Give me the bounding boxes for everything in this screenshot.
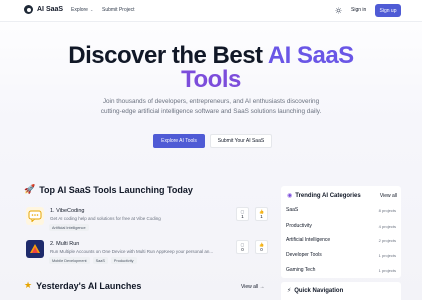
quick-nav-title: Quick Navigation [294,287,344,294]
upvote-count: 1 [260,214,263,219]
category-item[interactable]: Artificial Intelligence 2 projects [286,235,396,245]
tag[interactable]: SaaS [92,257,108,264]
tag[interactable]: Mobile Development [49,257,90,264]
logo-icon [24,5,33,14]
trending-view-all-link[interactable]: View all [380,193,397,199]
category-item[interactable]: Developer Tools 1 projects [286,250,396,260]
category-item[interactable]: SaaS 8 projects [286,205,396,215]
yesterday-title: Yesterday's AI Launches [36,280,142,291]
hero-title-accent: AI SaaS [267,42,354,69]
hero-title-part1: Discover the Best [68,42,268,69]
trending-title: Trending AI Categories [295,192,361,199]
multi-run-logo-icon [26,240,44,258]
rocket-icon: 🚀 [24,184,36,194]
category-name: Artificial Intelligence [286,237,331,243]
category-item[interactable]: Gaming Tech 1 projects [286,265,396,275]
tool-tags: Mobile Development SaaS Productivity [49,257,137,264]
yesterday-heading: ★ Yesterday's AI Launches [24,280,141,291]
hero-subtitle: Join thousands of developers, entreprene… [100,98,322,115]
tag[interactable]: Artificial Intelligence [49,224,89,231]
category-count: 4 projects [378,223,396,229]
nav-explore-dropdown[interactable]: Explore ⌄ [71,7,93,13]
category-name: SaaS [286,207,299,213]
category-count: 2 projects [378,237,396,243]
comment-count: 0 [241,247,244,252]
theme-toggle-sun-icon[interactable] [334,6,343,15]
category-name: Productivity [286,223,312,229]
tool-description: Run Multiple Accounts on One Device with… [50,249,214,254]
explore-ai-tools-button[interactable]: Explore AI Tools [153,134,205,148]
star-icon: ★ [24,280,33,290]
comment-count: 1 [241,214,244,219]
category-item[interactable]: Productivity 4 projects [286,221,396,231]
tool-name[interactable]: 1. VibeCoding [50,208,84,214]
tool-card[interactable]: 1. VibeCoding Get AI coding help and sol… [24,205,272,237]
top-navbar: AI SaaS Explore ⌄ Submit Project Sign in … [0,0,422,22]
top-tools-title: Top AI SaaS Tools Launching Today [39,184,193,195]
trending-categories-panel: ◉ Trending AI Categories View all SaaS 8… [281,186,401,278]
trending-heading: ◉ Trending AI Categories [287,192,361,200]
trending-icon: ◉ [287,193,293,199]
hero-title: Discover the Best AI SaaS Tools [0,44,422,92]
comment-button[interactable]: ▢ 0 [236,240,249,254]
hero-title-line2: Tools [181,66,241,93]
nav-submit-project[interactable]: Submit Project [102,7,135,13]
tag[interactable]: Productivity [110,257,137,264]
yesterday-view-all-link[interactable]: View all → [241,284,265,290]
logo-text: AI SaaS [37,6,64,13]
upvote-button[interactable]: 👍 0 [255,240,268,254]
upvote-count: 0 [260,247,263,252]
site-logo[interactable]: AI SaaS [24,5,63,14]
category-count: 1 projects [378,267,396,273]
comment-button[interactable]: ▢ 1 [236,207,249,221]
chevron-down-icon: ⌄ [89,7,94,12]
category-name: Developer Tools [286,252,322,258]
category-count: 1 projects [378,252,396,258]
tool-name[interactable]: 2. Multi Run [50,241,79,247]
upvote-button[interactable]: 👍 1 [255,207,268,221]
tool-card[interactable]: 2. Multi Run Run Multiple Accounts on On… [24,238,272,270]
nav-explore-label: Explore [71,7,88,13]
submit-ai-saas-button[interactable]: Submit Your AI SaaS [210,134,272,148]
top-tools-heading: 🚀 Top AI SaaS Tools Launching Today [24,184,193,195]
sign-up-button[interactable]: Sign up [375,4,401,17]
tool-tags: Artificial Intelligence [49,224,89,231]
sign-in-link[interactable]: Sign in [351,7,366,13]
vibecoding-logo-icon [26,207,44,225]
quick-navigation-panel: ⚡ Quick Navigation [281,282,401,300]
lightning-icon: ⚡ [287,288,292,294]
category-count: 8 projects [378,207,396,213]
category-name: Gaming Tech [286,267,316,273]
quick-nav-heading: ⚡ Quick Navigation [287,287,344,295]
tool-description: Get AI coding help and solutions for fre… [50,216,161,221]
